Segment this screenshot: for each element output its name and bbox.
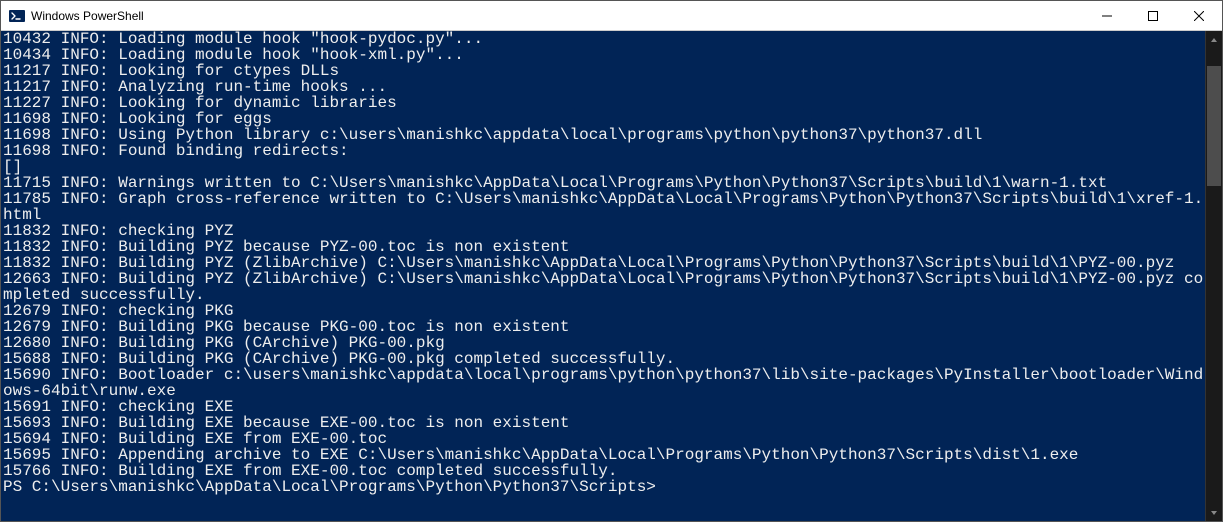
minimize-button[interactable] (1084, 1, 1130, 30)
log-line: 11217 INFO: Analyzing run-time hooks ... (3, 79, 1205, 95)
log-line: 15688 INFO: Building PKG (CArchive) PKG-… (3, 351, 1205, 367)
log-line: 15693 INFO: Building EXE because EXE-00.… (3, 415, 1205, 431)
log-line: [] (3, 159, 1205, 175)
log-line: 11698 INFO: Using Python library c:\user… (3, 127, 1205, 143)
log-line: 12663 INFO: Building PYZ (ZlibArchive) C… (3, 271, 1205, 303)
maximize-button[interactable] (1130, 1, 1176, 30)
log-line: 15695 INFO: Appending archive to EXE C:\… (3, 447, 1205, 463)
window-controls (1084, 1, 1222, 30)
log-line: 10434 INFO: Loading module hook "hook-xm… (3, 47, 1205, 63)
scrollbar-track[interactable] (1206, 48, 1222, 504)
log-line: 11227 INFO: Looking for dynamic librarie… (3, 95, 1205, 111)
scrollbar-vertical[interactable] (1205, 31, 1222, 521)
powershell-icon (9, 8, 25, 24)
window-title: Windows PowerShell (31, 9, 1084, 23)
log-line: 12680 INFO: Building PKG (CArchive) PKG-… (3, 335, 1205, 351)
log-line: 15766 INFO: Building EXE from EXE-00.toc… (3, 463, 1205, 479)
powershell-window: Windows PowerShell 10432 INFO: Loading m… (0, 0, 1223, 522)
scrollbar-thumb[interactable] (1207, 66, 1221, 186)
log-line: 11217 INFO: Looking for ctypes DLLs (3, 63, 1205, 79)
log-line: 11785 INFO: Graph cross-reference writte… (3, 191, 1205, 223)
titlebar[interactable]: Windows PowerShell (1, 1, 1222, 31)
log-line: 10432 INFO: Loading module hook "hook-py… (3, 31, 1205, 47)
log-line: 11832 INFO: checking PYZ (3, 223, 1205, 239)
prompt-text: PS C:\Users\manishkc\AppData\Local\Progr… (3, 478, 666, 496)
scroll-up-button[interactable] (1206, 31, 1222, 48)
log-line: 11832 INFO: Building PYZ (ZlibArchive) C… (3, 255, 1205, 271)
log-line: 15694 INFO: Building EXE from EXE-00.toc (3, 431, 1205, 447)
terminal-area: 10432 INFO: Loading module hook "hook-py… (1, 31, 1222, 521)
prompt-line[interactable]: PS C:\Users\manishkc\AppData\Local\Progr… (3, 479, 1205, 495)
log-line: 15691 INFO: checking EXE (3, 399, 1205, 415)
log-line: 11698 INFO: Found binding redirects: (3, 143, 1205, 159)
close-button[interactable] (1176, 1, 1222, 30)
log-line: 11715 INFO: Warnings written to C:\Users… (3, 175, 1205, 191)
terminal-output[interactable]: 10432 INFO: Loading module hook "hook-py… (1, 31, 1205, 521)
log-line: 11698 INFO: Looking for eggs (3, 111, 1205, 127)
log-line: 11832 INFO: Building PYZ because PYZ-00.… (3, 239, 1205, 255)
scroll-down-button[interactable] (1206, 504, 1222, 521)
log-line: 12679 INFO: checking PKG (3, 303, 1205, 319)
log-line: 15690 INFO: Bootloader c:\users\manishkc… (3, 367, 1205, 399)
log-line: 12679 INFO: Building PKG because PKG-00.… (3, 319, 1205, 335)
